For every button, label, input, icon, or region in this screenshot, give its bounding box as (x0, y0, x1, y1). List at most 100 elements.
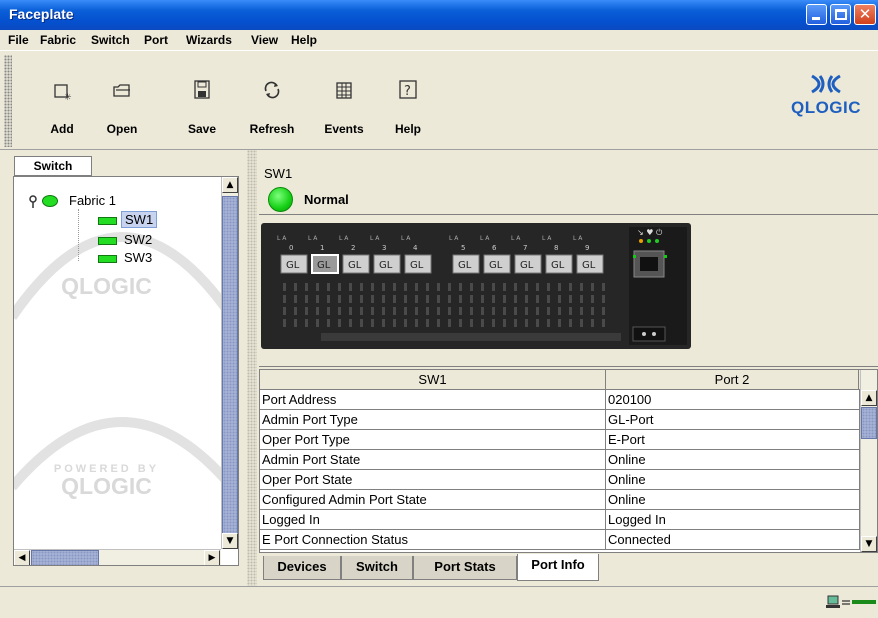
vent-hole (426, 283, 429, 291)
column-header-port[interactable]: Port 2 (606, 370, 859, 389)
vent-hole (591, 307, 594, 315)
vent-hole (305, 307, 308, 315)
panel-splitter[interactable] (247, 150, 257, 586)
toolbar-grip[interactable] (4, 55, 12, 147)
vent-hole (481, 307, 484, 315)
table-row[interactable]: Admin Port Type GL-Port (260, 410, 860, 430)
switch-icon (98, 237, 117, 245)
port-type-label: GL (520, 260, 534, 271)
menu-fabric[interactable]: Fabric (40, 33, 76, 47)
port-led-label: L A (308, 235, 318, 242)
vent-hole (525, 295, 528, 303)
port-type-label: GL (286, 260, 300, 271)
save-icon (194, 80, 210, 99)
window-title: Faceplate (9, 6, 74, 22)
events-button[interactable]: Events (316, 51, 372, 147)
bottom-tabs: Devices Switch Port Stats Port Info (259, 554, 878, 584)
scroll-down-arrow-icon[interactable]: ▼ (222, 533, 238, 549)
menu-port[interactable]: Port (144, 33, 168, 47)
vent-hole (569, 283, 572, 291)
tree-switch-sw3[interactable]: SW3 (124, 250, 152, 265)
vent-hole (492, 307, 495, 315)
maximize-icon (835, 9, 847, 20)
tab-switch[interactable]: Switch (341, 556, 413, 580)
vent-hole (602, 319, 605, 327)
table-row[interactable]: Configured Admin Port State Online (260, 490, 860, 510)
tab-devices[interactable]: Devices (263, 556, 341, 580)
port-led-label: L A (542, 235, 552, 242)
expand-handle-icon[interactable] (28, 195, 40, 209)
vent-hole (525, 307, 528, 315)
vent-hole (514, 307, 517, 315)
vent-hole (470, 319, 473, 327)
table-scroll-thumb[interactable] (861, 407, 877, 439)
refresh-button[interactable]: Refresh (244, 51, 300, 147)
minimize-button[interactable] (806, 4, 827, 25)
status-indicator-icon (268, 187, 293, 212)
scroll-right-arrow-icon[interactable]: ▶ (204, 550, 220, 565)
close-button[interactable]: ✕ (854, 4, 876, 25)
scroll-left-arrow-icon[interactable]: ◀ (14, 550, 30, 565)
table-row[interactable]: Oper Port State Online (260, 470, 860, 490)
tree-switch-sw2[interactable]: SW2 (124, 232, 152, 247)
tree-fabric-label[interactable]: Fabric 1 (69, 193, 116, 208)
watermark-bottom: QLOGIC (61, 473, 152, 499)
scroll-up-arrow-icon[interactable]: ▲ (222, 177, 238, 193)
save-button[interactable]: Save (180, 51, 224, 147)
port-number: 5 (461, 244, 465, 252)
menu-switch[interactable]: Switch (91, 33, 130, 47)
qlogic-logo-icon (811, 74, 841, 94)
scroll-down-arrow-icon[interactable]: ▼ (861, 536, 877, 552)
menu-wizards[interactable]: Wizards (186, 33, 232, 47)
tree-vertical-scrollbar[interactable]: ▲ ▼ (221, 177, 238, 549)
property-value-cell: Connected (606, 530, 860, 550)
faceplate-strip (321, 333, 621, 341)
vent-hole (316, 283, 319, 291)
vent-hole (503, 307, 506, 315)
vent-hole (459, 283, 462, 291)
vent-hole (602, 295, 605, 303)
vent-hole (382, 307, 385, 315)
vent-hole (393, 283, 396, 291)
tree-hscroll-thumb[interactable] (31, 550, 99, 565)
vent-hole (437, 283, 440, 291)
vent-hole (404, 295, 407, 303)
fabric-tree: QLOGIC POWERED BY QLOGIC Fabric 1 SW1 SW… (13, 176, 239, 566)
vent-hole (481, 283, 484, 291)
port-number: 2 (351, 244, 355, 252)
vent-hole (283, 307, 286, 315)
tree-switch-sw1[interactable]: SW1 (121, 211, 158, 228)
table-row[interactable]: Logged In Logged In (260, 510, 860, 530)
tab-port-stats[interactable]: Port Stats (413, 556, 517, 580)
menu-file[interactable]: File (8, 33, 29, 47)
property-value-cell: E-Port (606, 430, 860, 450)
vent-hole (437, 295, 440, 303)
tab-switch-tree[interactable]: Switch (14, 156, 92, 176)
tab-port-info[interactable]: Port Info (517, 554, 599, 581)
table-row[interactable]: Port Address 020100 (260, 390, 860, 410)
add-button[interactable]: ✳ Add (40, 51, 84, 147)
column-header-switch[interactable]: SW1 (260, 370, 606, 389)
scroll-up-arrow-icon[interactable]: ▲ (861, 390, 877, 406)
property-name-cell: Oper Port State (260, 470, 606, 490)
vent-hole (426, 307, 429, 315)
tree-horizontal-scrollbar[interactable]: ◀ ▶ (14, 549, 221, 565)
table-row[interactable]: Admin Port State Online (260, 450, 860, 470)
open-button[interactable]: Open (100, 51, 144, 147)
table-vertical-scrollbar[interactable]: ▲ ▼ (860, 370, 877, 552)
vent-hole (569, 295, 572, 303)
port-led-label: L A (480, 235, 490, 242)
vent-hole (547, 295, 550, 303)
menu-view[interactable]: View (251, 33, 278, 47)
svg-text:?: ? (404, 84, 411, 99)
table-row[interactable]: E Port Connection Status Connected (260, 530, 860, 550)
port-led-label: L A (573, 235, 583, 242)
vent-hole (404, 283, 407, 291)
vent-hole (349, 283, 352, 291)
tree-scroll-thumb[interactable] (222, 196, 238, 536)
help-button[interactable]: ? Help (386, 51, 430, 147)
vent-hole (481, 295, 484, 303)
menu-help[interactable]: Help (291, 33, 317, 47)
maximize-button[interactable] (830, 4, 851, 25)
table-row[interactable]: Oper Port Type E-Port (260, 430, 860, 450)
